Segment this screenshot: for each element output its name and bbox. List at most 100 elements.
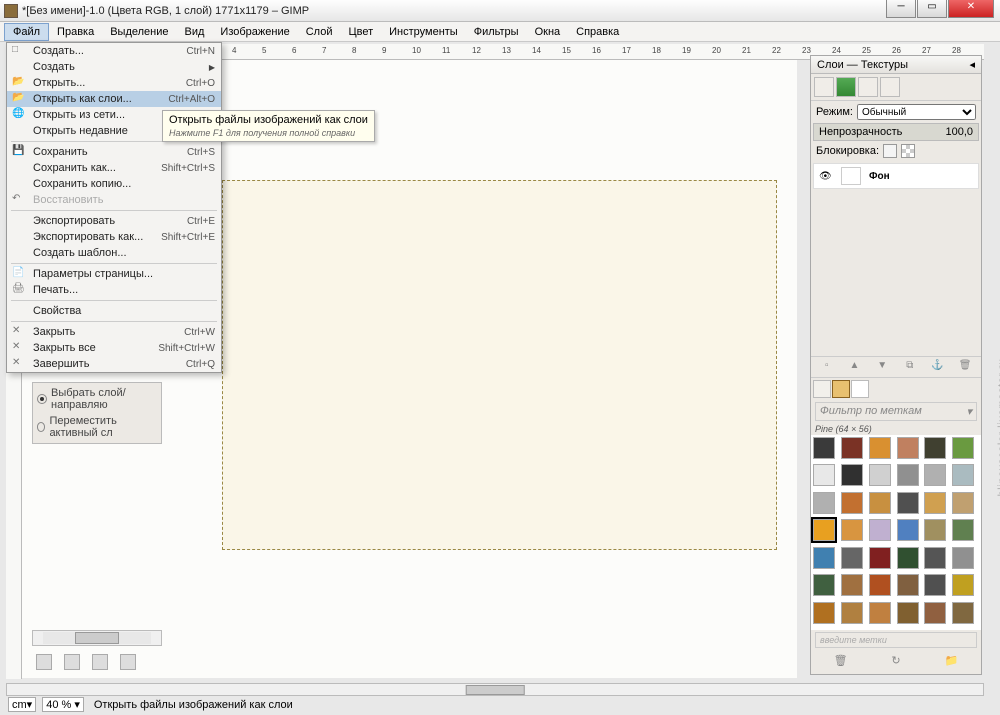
unit-selector[interactable]: cm ▾ — [8, 697, 36, 712]
menu-item[interactable]: Сохранить копию... — [7, 176, 221, 192]
texture-swatch[interactable] — [897, 547, 919, 569]
menu-item[interactable]: Создать шаблон... — [7, 245, 221, 261]
menu-color[interactable]: Цвет — [340, 24, 381, 40]
menu-item[interactable]: Создать▶ — [7, 59, 221, 75]
tab-brushes[interactable] — [813, 380, 831, 398]
menu-item[interactable]: ✕Закрыть всеShift+Ctrl+W — [7, 340, 221, 356]
texture-swatch[interactable] — [897, 437, 919, 459]
texture-swatch[interactable] — [841, 437, 863, 459]
texture-swatch[interactable] — [924, 464, 946, 486]
tab-paths[interactable] — [858, 77, 878, 97]
new-layer-icon[interactable]: ▫ — [820, 360, 834, 374]
texture-swatch[interactable] — [952, 519, 974, 541]
texture-swatch[interactable] — [869, 574, 891, 596]
layer-row[interactable]: 👁 Фон — [813, 163, 979, 189]
raise-layer-icon[interactable]: ▲ — [847, 360, 861, 374]
tab-patterns[interactable] — [832, 380, 850, 398]
menu-item[interactable]: 📂Открыть как слои...Ctrl+Alt+O — [7, 91, 221, 107]
texture-swatch[interactable] — [924, 547, 946, 569]
menu-item[interactable]: 📄Параметры страницы... — [7, 266, 221, 282]
texture-swatch[interactable] — [952, 602, 974, 624]
texture-swatch[interactable] — [869, 547, 891, 569]
texture-swatch[interactable] — [897, 464, 919, 486]
minimize-button[interactable]: ─ — [886, 0, 916, 18]
texture-swatch[interactable] — [924, 519, 946, 541]
menu-filters[interactable]: Фильтры — [466, 24, 527, 40]
menu-item[interactable]: 🖨Печать... — [7, 282, 221, 298]
blend-mode-select[interactable]: Обычный — [857, 104, 976, 120]
texture-swatch[interactable] — [813, 547, 835, 569]
texture-swatch[interactable] — [813, 574, 835, 596]
lock-alpha-icon[interactable] — [901, 144, 915, 158]
close-button[interactable]: ✕ — [948, 0, 994, 18]
menu-item[interactable]: ✕ЗавершитьCtrl+Q — [7, 356, 221, 372]
opacity-row[interactable]: Непрозрачность 100,0 — [813, 123, 979, 141]
menu-item[interactable]: Сохранить как...Shift+Ctrl+S — [7, 160, 221, 176]
zoom-field[interactable]: 40 % ▾ — [42, 697, 84, 712]
texture-swatch[interactable] — [841, 574, 863, 596]
menu-item[interactable]: ЭкспортироватьCtrl+E — [7, 213, 221, 229]
texture-swatch[interactable] — [813, 492, 835, 514]
menu-tools[interactable]: Инструменты — [381, 24, 466, 40]
texture-swatch[interactable] — [841, 492, 863, 514]
texture-swatch[interactable] — [869, 492, 891, 514]
texture-swatch[interactable] — [897, 519, 919, 541]
texture-swatch[interactable] — [897, 602, 919, 624]
texture-swatch[interactable] — [813, 464, 835, 486]
restore-options-icon[interactable] — [64, 654, 80, 670]
menu-windows[interactable]: Окна — [527, 24, 569, 40]
delete-texture-icon[interactable]: 🗑 — [833, 654, 849, 670]
texture-swatch[interactable] — [869, 437, 891, 459]
texture-swatch[interactable] — [841, 602, 863, 624]
texture-swatch[interactable] — [813, 602, 835, 624]
lower-layer-icon[interactable]: ▼ — [875, 360, 889, 374]
menu-item[interactable]: ✕ЗакрытьCtrl+W — [7, 324, 221, 340]
document-canvas[interactable] — [222, 180, 777, 550]
menu-item[interactable]: ↶Восстановить — [7, 192, 221, 208]
texture-swatch[interactable] — [924, 602, 946, 624]
texture-tags-input[interactable]: введите метки — [815, 632, 977, 648]
texture-swatch[interactable] — [869, 519, 891, 541]
texture-swatch[interactable] — [952, 437, 974, 459]
delete-options-icon[interactable] — [92, 654, 108, 670]
texture-filter[interactable]: Фильтр по меткам▾ — [815, 402, 977, 421]
menu-item[interactable]: 📂Открыть...Ctrl+O — [7, 75, 221, 91]
menu-file[interactable]: Файл — [4, 23, 49, 41]
tab-gradients[interactable] — [851, 380, 869, 398]
tab-layers[interactable] — [814, 77, 834, 97]
maximize-button[interactable]: ▭ — [917, 0, 947, 18]
open-texture-icon[interactable]: 📁 — [943, 654, 959, 670]
horizontal-scrollbar[interactable] — [6, 683, 984, 696]
texture-swatch[interactable] — [841, 464, 863, 486]
reset-options-icon[interactable] — [120, 654, 136, 670]
texture-swatch[interactable] — [841, 547, 863, 569]
menu-help[interactable]: Справка — [568, 24, 627, 40]
anchor-layer-icon[interactable]: ⚓ — [930, 360, 944, 374]
tab-undo[interactable] — [880, 77, 900, 97]
delete-layer-icon[interactable]: 🗑 — [958, 360, 972, 374]
texture-swatch[interactable] — [924, 492, 946, 514]
menu-item[interactable]: Экспортировать как...Shift+Ctrl+E — [7, 229, 221, 245]
refresh-texture-icon[interactable]: ↻ — [888, 654, 904, 670]
texture-swatch[interactable] — [841, 519, 863, 541]
menu-item[interactable]: 💾СохранитьCtrl+S — [7, 144, 221, 160]
texture-swatch[interactable] — [897, 574, 919, 596]
toolbox-scrollbar[interactable] — [32, 630, 162, 646]
option-move-active[interactable]: Переместить активный сл — [37, 413, 157, 441]
texture-swatch[interactable] — [897, 492, 919, 514]
texture-swatch[interactable] — [869, 602, 891, 624]
texture-swatch[interactable] — [813, 519, 835, 541]
texture-swatch[interactable] — [952, 547, 974, 569]
texture-swatch[interactable] — [952, 574, 974, 596]
menu-layer[interactable]: Слой — [298, 24, 341, 40]
menu-select[interactable]: Выделение — [102, 24, 176, 40]
duplicate-layer-icon[interactable]: ⧉ — [903, 360, 917, 374]
lock-pixels-icon[interactable] — [883, 144, 897, 158]
menu-edit[interactable]: Правка — [49, 24, 102, 40]
visibility-icon[interactable]: 👁 — [819, 171, 833, 182]
texture-swatch[interactable] — [813, 437, 835, 459]
texture-swatch[interactable] — [952, 492, 974, 514]
texture-swatch[interactable] — [924, 574, 946, 596]
texture-swatch[interactable] — [952, 464, 974, 486]
option-select-layer[interactable]: Выбрать слой/направляю — [37, 385, 157, 413]
